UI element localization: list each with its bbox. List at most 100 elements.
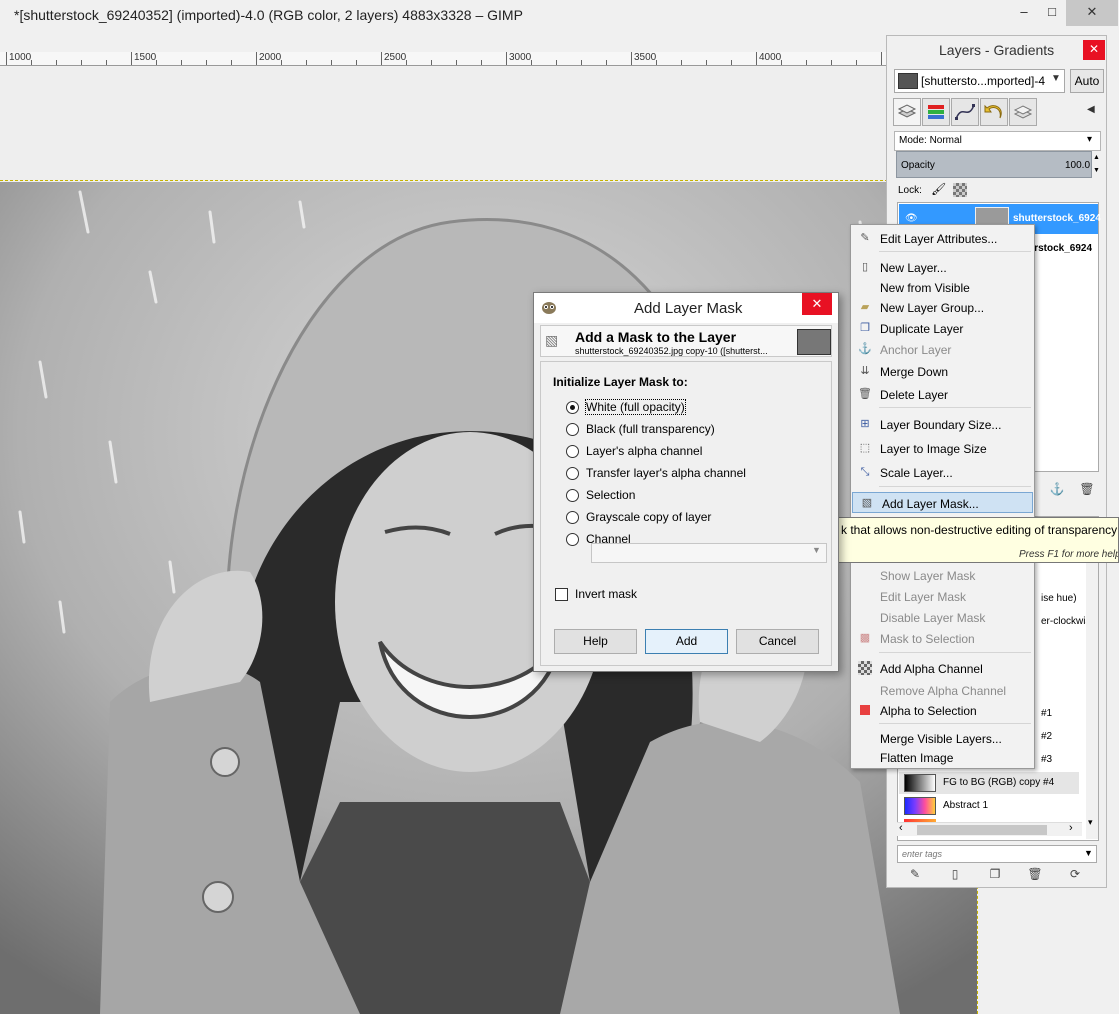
- menu-item-new-layer[interactable]: ▯ New Layer...: [851, 257, 1034, 278]
- dock-close-button[interactable]: ✕: [1083, 40, 1105, 60]
- menu-item-show-layer-mask[interactable]: Show Layer Mask: [851, 565, 1034, 586]
- radio-button[interactable]: [566, 511, 579, 524]
- opacity-slider[interactable]: Opacity 100.0: [896, 151, 1092, 178]
- ruler-tick: [31, 60, 32, 65]
- maximize-button[interactable]: □: [1040, 0, 1064, 26]
- radio-button[interactable]: [566, 533, 579, 546]
- scrollbar-thumb[interactable]: [917, 825, 1047, 835]
- menu-item-edit-layer-attributes[interactable]: ✎ Edit Layer Attributes...: [851, 228, 1034, 249]
- menu-item-scale-layer[interactable]: ⤡ Scale Layer...: [851, 462, 1034, 483]
- menu-item-anchor-layer[interactable]: ⚓ Anchor Layer: [851, 339, 1034, 360]
- cancel-button[interactable]: Cancel: [736, 629, 819, 654]
- ruler-tick: [481, 60, 482, 65]
- gimp-icon: [540, 299, 558, 315]
- menu-item-merge-down[interactable]: ⇊ Merge Down: [851, 361, 1034, 382]
- horizontal-ruler[interactable]: 1000 1500 2000 2500 3000 3500 4000: [0, 52, 900, 66]
- invert-mask-checkbox[interactable]: [555, 588, 568, 601]
- tooltip-text: k that allows non-destructive editing of…: [841, 523, 1118, 537]
- edit-gradient-icon[interactable]: ✎: [907, 866, 923, 882]
- lock-label: Lock:: [898, 185, 922, 196]
- radio-selection[interactable]: Selection: [566, 486, 806, 506]
- gradient-name[interactable]: Abstract 1: [943, 800, 988, 811]
- scroll-right-icon[interactable]: ›: [1069, 822, 1073, 834]
- vertical-scrollbar[interactable]: [1086, 517, 1098, 839]
- dock-titlebar[interactable]: Layers - Gradients ✕: [887, 36, 1108, 64]
- menu-item-merge-visible-layers[interactable]: Merge Visible Layers...: [851, 728, 1034, 749]
- lock-pixels-icon[interactable]: 🖌: [931, 182, 947, 198]
- radio-button[interactable]: [566, 401, 579, 414]
- ruler-tick: [206, 60, 207, 65]
- radio-white-full-opacity[interactable]: White (full opacity): [566, 398, 806, 418]
- gradient-name[interactable]: #1: [1041, 708, 1052, 719]
- help-button[interactable]: Help: [554, 629, 637, 654]
- minimize-button[interactable]: –: [1010, 0, 1038, 26]
- ruler-tick: [281, 60, 282, 65]
- channel-select[interactable]: ▼: [591, 543, 827, 563]
- visibility-eye-icon[interactable]: 👁: [905, 213, 918, 224]
- anchor-icon[interactable]: ⚓: [1049, 481, 1065, 497]
- dialog-close-button[interactable]: ✕: [802, 293, 832, 315]
- menu-separator: [879, 723, 1031, 724]
- delete-gradient-icon[interactable]: 🗑: [1027, 866, 1043, 882]
- mask-selection-icon: ▩: [859, 632, 871, 644]
- layer-name: shutterstock_6924: [1013, 213, 1101, 224]
- mode-select[interactable]: Mode: Normal ▾: [894, 131, 1101, 151]
- scroll-left-icon[interactable]: ‹: [899, 822, 903, 834]
- trash-icon[interactable]: 🗑: [1079, 481, 1095, 497]
- menu-item-new-layer-group[interactable]: ▰ New Layer Group...: [851, 297, 1034, 318]
- auto-button[interactable]: Auto: [1070, 69, 1104, 93]
- chevron-down-icon[interactable]: ▼: [1084, 848, 1093, 858]
- ruler-tick: [631, 52, 632, 65]
- menu-item-flatten-image[interactable]: Flatten Image: [851, 747, 1034, 768]
- menu-item-duplicate-layer[interactable]: ❐ Duplicate Layer: [851, 318, 1034, 339]
- ruler-tick: [231, 60, 232, 65]
- dialog-titlebar[interactable]: Add Layer Mask ✕: [534, 293, 838, 323]
- ruler-tick: [331, 60, 332, 65]
- new-gradient-icon[interactable]: ▯: [947, 866, 963, 882]
- tab-paths[interactable]: [951, 98, 979, 126]
- chevron-down-icon[interactable]: ▾: [1088, 817, 1093, 828]
- menu-item-layer-boundary-size[interactable]: ⊞ Layer Boundary Size...: [851, 414, 1034, 435]
- gradient-name[interactable]: ise hue): [1041, 593, 1077, 604]
- horizontal-scrollbar[interactable]: ‹ ›: [897, 822, 1082, 836]
- menu-item-remove-alpha-channel[interactable]: Remove Alpha Channel: [851, 680, 1034, 701]
- tab-undo-history[interactable]: [980, 98, 1008, 126]
- duplicate-gradient-icon[interactable]: ❐: [987, 866, 1003, 882]
- menu-item-alpha-to-selection[interactable]: Alpha to Selection: [851, 700, 1034, 721]
- radio-black-full-transparency[interactable]: Black (full transparency): [566, 420, 806, 440]
- radio-button[interactable]: [566, 467, 579, 480]
- image-selector[interactable]: [shuttersto...mported]-4 ▼: [894, 69, 1065, 93]
- radio-button[interactable]: [566, 423, 579, 436]
- radio-button[interactable]: [566, 445, 579, 458]
- tab-documents[interactable]: [1009, 98, 1037, 126]
- menu-separator: [879, 407, 1031, 408]
- tags-input[interactable]: enter tags ▼: [897, 845, 1097, 863]
- gradient-name[interactable]: #2: [1041, 731, 1052, 742]
- dock-menu-icon[interactable]: ◀: [1087, 104, 1095, 115]
- dock-tabs: [893, 98, 1103, 126]
- add-button[interactable]: Add: [645, 629, 728, 654]
- gradient-name[interactable]: #3: [1041, 754, 1052, 765]
- menu-item-delete-layer[interactable]: 🗑 Delete Layer: [851, 384, 1034, 405]
- menu-item-edit-layer-mask[interactable]: Edit Layer Mask: [851, 586, 1034, 607]
- tab-channels[interactable]: [922, 98, 950, 126]
- radio-button[interactable]: [566, 489, 579, 502]
- menu-item-add-alpha-channel[interactable]: Add Alpha Channel: [851, 658, 1034, 679]
- lock-alpha-icon[interactable]: [953, 183, 967, 197]
- menu-item-add-layer-mask[interactable]: ▧ Add Layer Mask...: [852, 492, 1033, 513]
- invert-mask-label[interactable]: Invert mask: [575, 587, 637, 601]
- tab-layers[interactable]: [893, 98, 921, 126]
- menu-item-disable-layer-mask[interactable]: Disable Layer Mask: [851, 607, 1034, 628]
- refresh-icon[interactable]: ⟳: [1067, 866, 1083, 882]
- radio-layers-alpha-channel[interactable]: Layer's alpha channel: [566, 442, 806, 462]
- radio-grayscale-copy[interactable]: Grayscale copy of layer: [566, 508, 806, 528]
- menu-item-layer-to-image-size[interactable]: ⬚ Layer to Image Size: [851, 438, 1034, 459]
- tags-placeholder: enter tags: [902, 849, 943, 859]
- menu-item-mask-to-selection[interactable]: ▩ Mask to Selection: [851, 628, 1034, 649]
- close-window-button[interactable]: ✕: [1066, 0, 1118, 26]
- opacity-spinner[interactable]: ▲ ▼: [1092, 151, 1101, 178]
- radio-transfer-alpha-channel[interactable]: Transfer layer's alpha channel: [566, 464, 806, 484]
- gradient-name[interactable]: er-clockwis: [1041, 616, 1090, 627]
- menu-item-new-from-visible[interactable]: New from Visible: [851, 277, 1034, 298]
- gradient-name[interactable]: FG to BG (RGB) copy #4: [943, 777, 1054, 788]
